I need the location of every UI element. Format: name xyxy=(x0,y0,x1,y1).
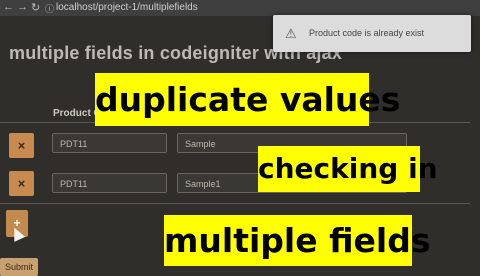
toast-message: Product code is already exist xyxy=(309,28,425,38)
address-bar[interactable]: localhost/project-1/multiplefields xyxy=(56,2,198,13)
product-code-input[interactable]: PDT11 xyxy=(52,133,167,153)
arrow-right-icon[interactable]: → xyxy=(17,1,28,13)
column-header-product-code: Product C xyxy=(53,108,101,119)
caption-line-1: duplicate values xyxy=(95,73,400,126)
caption-line-3: multiple fields xyxy=(164,215,431,266)
browser-toolbar: ← → ↻ ⓘ localhost/project-1/multiplefiel… xyxy=(0,0,480,16)
caption-line-2: checking in xyxy=(258,146,438,192)
rows-divider xyxy=(0,203,470,204)
info-icon[interactable]: ⓘ xyxy=(45,2,54,15)
remove-row-button[interactable]: × xyxy=(9,133,34,158)
warning-icon: ⚠ xyxy=(285,26,297,41)
duplicate-warning-toast: ⚠ Product code is already exist xyxy=(273,15,471,52)
remove-row-button[interactable]: × xyxy=(9,171,34,196)
arrow-left-icon[interactable]: ← xyxy=(3,1,14,13)
product-code-input[interactable]: PDT11 xyxy=(52,173,167,193)
submit-button[interactable]: Submit xyxy=(0,258,38,276)
reload-icon[interactable]: ↻ xyxy=(31,1,40,14)
